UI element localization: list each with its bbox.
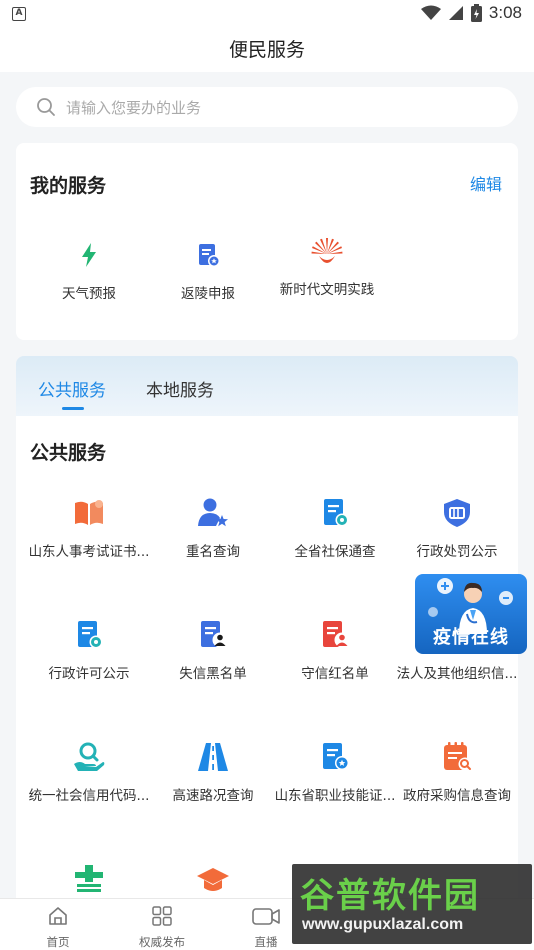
epidemic-online-label: 疫情在线 (433, 627, 509, 648)
public-services-title: 公共服务 (30, 442, 107, 464)
shield-icon (444, 499, 470, 527)
nav-official-release[interactable]: 权威发布 (117, 905, 207, 950)
tab-public-services[interactable]: 公共服务 (38, 376, 106, 401)
service-label: 法人及其他组织信... (396, 666, 518, 682)
page-title: 便民服务 (228, 39, 305, 61)
video-icon (252, 908, 280, 925)
service-label: 天气预报 (62, 286, 116, 302)
service-label: 山东人事考试证书... (28, 544, 150, 560)
service-tabs: 公共服务 本地服务 (16, 356, 518, 416)
service-admin-penalty[interactable]: 行政处罚公示 (392, 496, 522, 560)
user-star-icon (198, 498, 228, 527)
road-icon (198, 743, 228, 771)
service-label: 全省社保通查 (294, 544, 376, 560)
service-label: 返陵申报 (181, 286, 235, 302)
sunflower-logo-icon (311, 238, 343, 263)
hand-search-icon (74, 742, 105, 771)
service-row4-item-1[interactable] (24, 862, 154, 896)
battery-icon (470, 4, 482, 22)
search-icon (37, 98, 55, 116)
my-services-title: 我的服务 (30, 175, 107, 197)
nav-label: 权威发布 (139, 935, 185, 949)
service-civilization[interactable]: 新时代文明实践 (262, 236, 392, 298)
wifi-icon (420, 5, 441, 20)
service-label: 重名查询 (186, 544, 240, 560)
service-social-security[interactable]: 全省社保通查 (270, 496, 400, 560)
service-label: 山东省职业技能证... (274, 788, 396, 804)
document-badge-icon (324, 499, 349, 527)
graduation-cap-icon (197, 868, 229, 891)
service-admin-license[interactable]: 行政许可公示 (24, 618, 154, 682)
calendar-search-icon (444, 742, 472, 771)
service-credit-code[interactable]: 统一社会信用代码... (24, 740, 154, 804)
service-row4-item-2[interactable] (148, 862, 278, 896)
notification-icon: A (12, 7, 26, 21)
epidemic-online-banner[interactable]: 疫情在线 (415, 574, 527, 654)
service-blacklist[interactable]: 失信黑名单 (148, 618, 278, 682)
home-icon (49, 907, 67, 925)
document-badge-icon (78, 621, 103, 649)
watermark-url: www.gupuxlazal.com (302, 916, 464, 933)
service-exam-certificate[interactable]: 山东人事考试证书... (24, 496, 154, 560)
status-bar: A 3:08 (0, 0, 534, 28)
service-label: 新时代文明实践 (279, 282, 375, 298)
service-label: 高速路况查询 (172, 788, 254, 804)
document-person-icon (201, 621, 228, 648)
service-label: 行政许可公示 (48, 666, 130, 682)
nav-home[interactable]: 首页 (13, 905, 103, 950)
search-input[interactable]: 请输入您要办的业务 (16, 87, 518, 127)
railway-logo-icon (75, 865, 103, 892)
public-services-card: 公共服务 山东人事考试证书... 重名查询 全省社保通查 行政处罚公示 行政许可… (16, 416, 518, 916)
watermark-title: 谷普软件园 (300, 876, 480, 916)
tab-local-services[interactable]: 本地服务 (146, 376, 214, 401)
signal-icon (448, 6, 463, 20)
service-label: 政府采购信息查询 (403, 788, 511, 804)
document-badge-icon (199, 244, 220, 267)
edit-button[interactable]: 编辑 (470, 171, 502, 195)
service-return-report[interactable]: 返陵申报 (143, 240, 273, 302)
document-badge-icon (323, 743, 349, 770)
service-label: 守信红名单 (301, 666, 369, 682)
service-redlist[interactable]: 守信红名单 (270, 618, 400, 682)
service-weather[interactable]: 天气预报 (24, 240, 154, 302)
document-person-icon (323, 621, 350, 648)
lightning-icon (82, 243, 96, 267)
service-name-check[interactable]: 重名查询 (148, 496, 278, 560)
service-label: 行政处罚公示 (416, 544, 498, 560)
my-services-card: 我的服务 编辑 天气预报 返陵申报 新时代文明实践 (16, 143, 518, 340)
service-vocational-certificate[interactable]: 山东省职业技能证... (270, 740, 400, 804)
search-placeholder: 请输入您要办的业务 (66, 98, 202, 117)
active-tab-indicator (62, 407, 84, 410)
service-gov-procurement[interactable]: 政府采购信息查询 (392, 740, 522, 804)
nav-label: 首页 (46, 935, 70, 949)
site-watermark: 谷普软件园 www.gupuxlazal.com (292, 864, 532, 944)
grid-icon (152, 906, 172, 926)
service-highway-status[interactable]: 高速路况查询 (148, 740, 278, 804)
service-label: 统一社会信用代码... (28, 788, 150, 804)
status-icons: 3:08 (420, 3, 522, 23)
title-bar: 便民服务 (0, 28, 534, 72)
service-label: 失信黑名单 (179, 666, 247, 682)
clock: 3:08 (488, 3, 522, 22)
book-icon (75, 500, 103, 525)
